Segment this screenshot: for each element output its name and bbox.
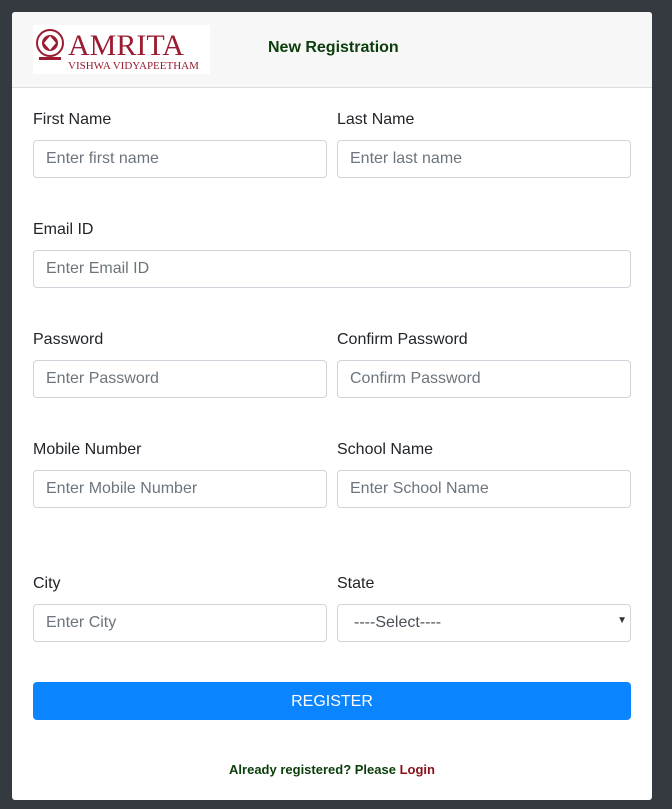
register-button[interactable]: REGISTER <box>33 682 631 720</box>
login-prompt: Already registered? Please Login <box>12 762 652 777</box>
amrita-logo: AMRITA VISHWA VIDYAPEETHAM <box>33 25 210 74</box>
state-select[interactable]: ----Select---- ▼ <box>337 604 631 642</box>
city-input[interactable] <box>33 604 327 642</box>
state-label: State <box>337 575 375 592</box>
confirm-password-label: Confirm Password <box>337 331 468 348</box>
state-select-value: ----Select---- <box>354 614 442 631</box>
registration-card: AMRITA VISHWA VIDYAPEETHAM New Registrat… <box>12 12 652 800</box>
confirm-password-input[interactable] <box>337 360 631 398</box>
caret-down-icon: ▼ <box>617 615 627 626</box>
first-name-label: First Name <box>33 111 112 128</box>
last-name-input[interactable] <box>337 140 631 178</box>
page-title: New Registration <box>268 39 399 56</box>
logo-sub-text: VISHWA VIDYAPEETHAM <box>68 60 199 72</box>
last-name-label: Last Name <box>337 111 415 128</box>
first-name-input[interactable] <box>33 140 327 178</box>
password-input[interactable] <box>33 360 327 398</box>
login-link[interactable]: Login <box>400 762 435 777</box>
school-label: School Name <box>337 441 434 458</box>
email-input[interactable] <box>33 250 631 288</box>
mobile-input[interactable] <box>33 470 327 508</box>
mobile-label: Mobile Number <box>33 441 142 458</box>
amrita-emblem-icon <box>36 29 64 60</box>
card-header: AMRITA VISHWA VIDYAPEETHAM New Registrat… <box>12 12 652 88</box>
city-label: City <box>33 575 61 592</box>
school-input[interactable] <box>337 470 631 508</box>
login-prompt-text: Already registered? Please <box>229 762 396 777</box>
password-label: Password <box>33 331 104 348</box>
email-label: Email ID <box>33 221 94 238</box>
logo-main-text: AMRITA <box>68 29 184 62</box>
